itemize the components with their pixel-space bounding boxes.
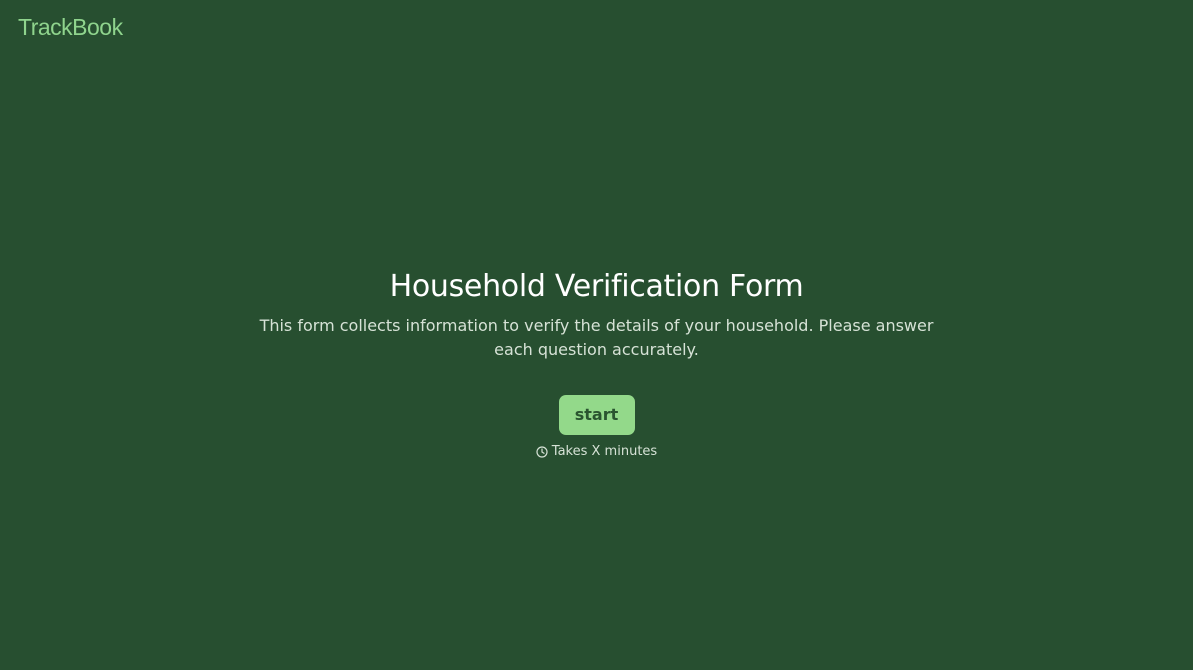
start-button[interactable]: start (558, 395, 635, 435)
page-title: Household Verification Form (389, 269, 804, 304)
duration-text: Takes X minutes (551, 444, 658, 459)
brand-logo: TrackBook (18, 14, 123, 40)
intro-section: Household Verification Form This form co… (0, 266, 1193, 460)
form-description: This form collects information to verify… (259, 316, 934, 359)
duration-note: Takes X minutes (0, 444, 1193, 460)
clock-icon (536, 446, 548, 458)
